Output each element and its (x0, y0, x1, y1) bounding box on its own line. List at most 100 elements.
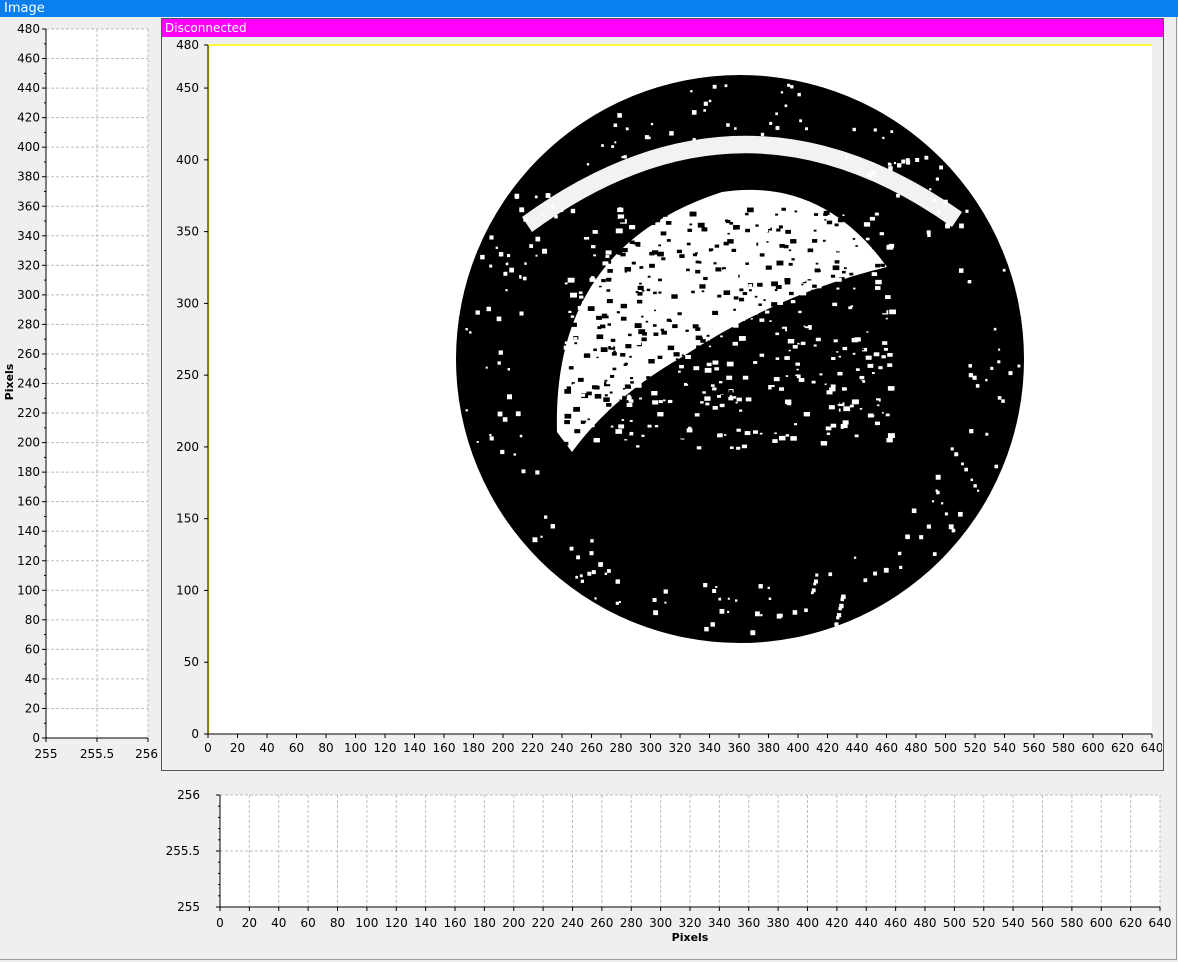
speckle (887, 386, 895, 391)
speckle (636, 353, 639, 356)
speckle (700, 209, 706, 214)
speckle (619, 399, 624, 403)
speckle (863, 222, 871, 227)
speckle (715, 267, 722, 272)
speckle (790, 436, 797, 441)
speckle (611, 279, 618, 284)
bottom-profile-plot[interactable]: 255 255.5 256 0 20 40 60 80 100 120 140 160 180 200 2… (162, 784, 1172, 954)
speckle (600, 312, 603, 314)
speckle (613, 123, 618, 128)
speckle (591, 224, 599, 230)
speckle (776, 260, 784, 266)
speckle (814, 213, 819, 216)
image-y-tick-label: 480 (176, 38, 199, 52)
speckle (830, 274, 836, 278)
image-x-ticks: 0 20 40 60 80 100 120 140 160 180 200 220 240 260 280 3… (204, 733, 1162, 755)
speckle (690, 90, 693, 93)
speckle (951, 528, 956, 533)
speckle (811, 591, 814, 595)
speckle (712, 588, 717, 593)
speckle (726, 361, 734, 367)
speckle (1008, 371, 1013, 376)
image-x-tick-label: 260 (580, 741, 603, 755)
speckle (814, 268, 821, 273)
speckle (745, 228, 751, 233)
speckle (738, 336, 746, 341)
speckle (519, 311, 524, 316)
speckle (831, 357, 836, 360)
speckle (616, 311, 620, 314)
speckle (702, 300, 707, 304)
speckle (690, 266, 694, 270)
speckle (785, 399, 792, 404)
speckle (1002, 268, 1006, 272)
speckle (563, 441, 569, 446)
speckle (689, 275, 696, 280)
speckle (784, 104, 788, 108)
left-y-tick-label: 20 (25, 701, 40, 715)
bottom-x-tick-label: 360 (737, 916, 760, 930)
image-x-tick-label: 620 (1111, 741, 1134, 755)
image-x-tick-label: 120 (374, 741, 397, 755)
speckle (832, 443, 839, 449)
speckle (521, 469, 526, 474)
speckle (836, 277, 842, 282)
speckle (745, 262, 749, 265)
left-y-tick-label: 140 (17, 524, 40, 538)
image-x-tick-label: 380 (757, 741, 780, 755)
speckle (605, 250, 612, 255)
speckle (669, 427, 673, 430)
speckle (600, 347, 608, 353)
speckle (873, 571, 877, 576)
speckle (969, 429, 974, 434)
speckle (727, 232, 730, 235)
speckle (889, 163, 892, 166)
bottom-x-tick-label: 40 (271, 916, 286, 930)
speckle (824, 219, 827, 221)
speckle (776, 228, 781, 232)
speckle (697, 261, 702, 264)
speckle (935, 177, 939, 181)
speckle (581, 416, 588, 421)
speckle (562, 323, 567, 327)
left-y-tick-label: 280 (17, 317, 40, 331)
speckle (799, 301, 803, 305)
speckle (617, 413, 621, 415)
speckle (675, 288, 681, 293)
bottom-x-tick-label: 280 (620, 916, 643, 930)
speckle (871, 414, 875, 417)
speckle (612, 215, 617, 219)
speckle (649, 263, 655, 268)
speckle (564, 282, 568, 285)
speckle (837, 403, 841, 406)
speckle (801, 279, 806, 282)
speckle (645, 320, 649, 323)
bottom-x-tick-label: 60 (300, 916, 315, 930)
bottom-profile-grid (219, 794, 1161, 908)
speckle (734, 260, 737, 263)
speckle (853, 556, 857, 559)
speckle (820, 267, 823, 270)
speckle (623, 155, 627, 159)
speckle (519, 207, 525, 213)
speckle (737, 388, 744, 393)
speckle (719, 306, 722, 308)
left-y-tick-label: 320 (17, 258, 40, 272)
speckle (621, 419, 625, 421)
image-plot[interactable]: 0 50 100 150 200 250 300 350 400 450 480 0 20 40 60 80… (162, 37, 1162, 770)
left-profile-plot[interactable]: 0 20 40 60 80 100 120 140 160 180 200 220 240 260 280 3… (0, 17, 160, 777)
speckle (670, 331, 676, 335)
speckle (708, 338, 711, 341)
speckle (644, 135, 649, 140)
speckle (580, 255, 584, 258)
speckle (601, 278, 606, 283)
speckle (709, 348, 713, 351)
speckle (816, 284, 822, 289)
speckle (744, 431, 751, 436)
image-x-tick-label: 420 (816, 741, 839, 755)
speckle (581, 301, 586, 304)
speckle (618, 600, 621, 604)
speckle (973, 484, 977, 488)
speckle (838, 606, 842, 611)
speckle (880, 263, 885, 267)
